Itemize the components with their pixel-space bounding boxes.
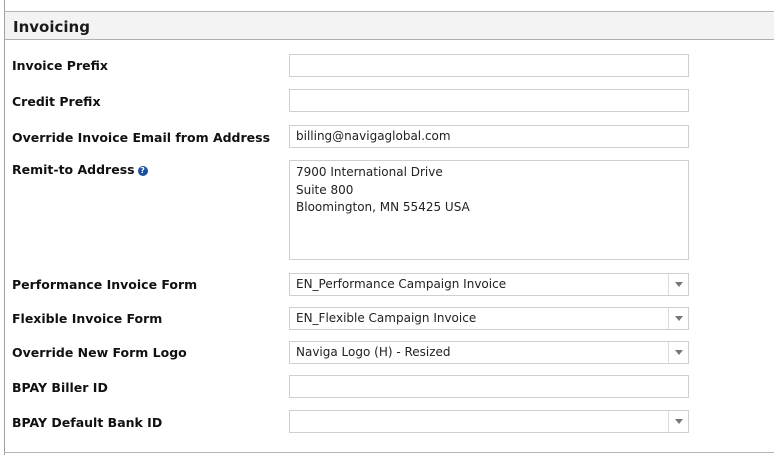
- flexible-form-value: EN_Flexible Campaign Invoice: [296, 311, 477, 325]
- flexible-form-select[interactable]: EN_Flexible Campaign Invoice: [289, 307, 689, 330]
- override-logo-value: Naviga Logo (H) - Resized: [296, 345, 451, 359]
- remit-to-label: Remit-to Address?: [12, 162, 148, 177]
- section-header: Invoicing: [5, 12, 774, 40]
- override-email-input[interactable]: billing@navigaglobal.com: [289, 125, 689, 148]
- override-email-label: Override Invoice Email from Address: [12, 130, 271, 145]
- override-logo-select[interactable]: Naviga Logo (H) - Resized: [289, 341, 689, 364]
- left-border: [4, 0, 5, 455]
- bpay-bank-select[interactable]: [289, 410, 689, 433]
- invoice-prefix-label: Invoice Prefix: [12, 58, 108, 73]
- performance-form-label: Performance Invoice Form: [12, 277, 198, 292]
- override-logo-label: Override New Form Logo: [12, 345, 187, 360]
- chevron-down-icon[interactable]: [668, 274, 688, 295]
- chevron-down-icon[interactable]: [668, 308, 688, 329]
- bottom-border: [4, 452, 774, 453]
- section-title: Invoicing: [13, 18, 90, 36]
- bpay-biller-label: BPAY Biller ID: [12, 380, 108, 395]
- chevron-down-icon[interactable]: [668, 342, 688, 363]
- invoice-prefix-input[interactable]: [289, 54, 689, 77]
- help-icon[interactable]: ?: [137, 166, 148, 176]
- bpay-bank-label: BPAY Default Bank ID: [12, 415, 163, 430]
- credit-prefix-label: Credit Prefix: [12, 94, 101, 109]
- performance-form-select[interactable]: EN_Performance Campaign Invoice: [289, 273, 689, 296]
- bpay-biller-input[interactable]: [289, 375, 689, 398]
- flexible-form-label: Flexible Invoice Form: [12, 311, 163, 326]
- remit-to-label-text: Remit-to Address: [12, 162, 135, 177]
- remit-to-textarea[interactable]: 7900 International Drive Suite 800 Bloom…: [289, 160, 689, 260]
- chevron-down-icon[interactable]: [668, 411, 688, 432]
- performance-form-value: EN_Performance Campaign Invoice: [296, 277, 507, 291]
- credit-prefix-input[interactable]: [289, 89, 689, 112]
